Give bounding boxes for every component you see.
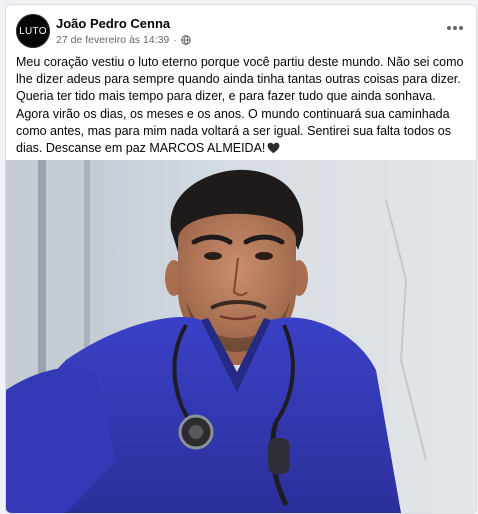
avatar[interactable]: LUTO xyxy=(16,14,50,48)
timestamp[interactable]: 27 de fevereiro às 14:39 xyxy=(56,34,169,46)
meta-separator: · xyxy=(173,34,177,46)
post-meta: 27 de fevereiro às 14:39 · xyxy=(56,34,191,46)
post-body: Meu coração vestiu o luto eterno porque … xyxy=(16,55,464,156)
globe-icon xyxy=(180,35,191,45)
author-name[interactable]: João Pedro Cenna xyxy=(56,16,170,31)
post-text: Meu coração vestiu o luto eterno porque … xyxy=(16,54,468,157)
black-heart-icon xyxy=(268,142,280,154)
post-photo[interactable] xyxy=(6,160,476,513)
post-card: LUTO João Pedro Cenna 27 de fevereiro às… xyxy=(5,4,477,514)
photo-illustration xyxy=(6,160,476,513)
post-header: LUTO João Pedro Cenna 27 de fevereiro às… xyxy=(6,5,476,55)
more-options-icon[interactable] xyxy=(442,19,468,37)
